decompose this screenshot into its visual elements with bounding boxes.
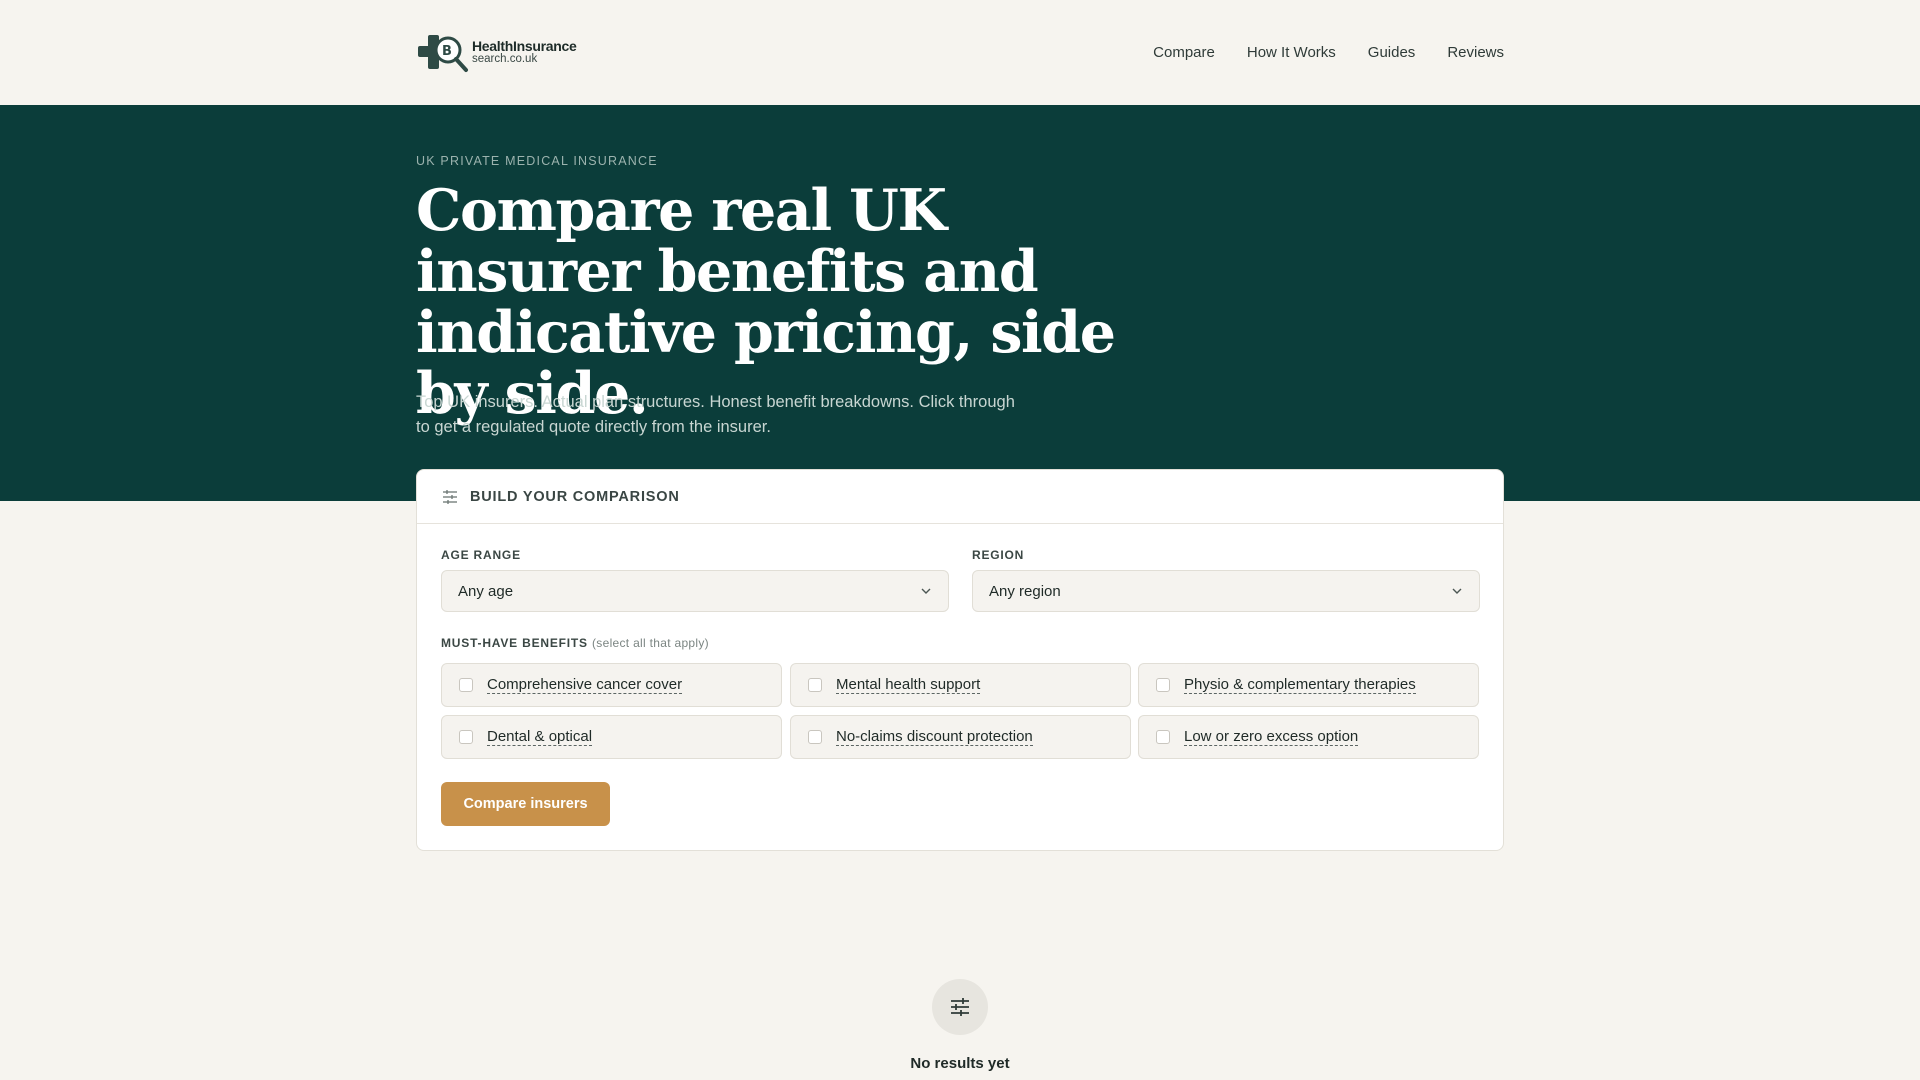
benefit-low-excess[interactable]: Low or zero excess option [1138, 715, 1479, 759]
region-select[interactable]: Any region [972, 570, 1480, 612]
logo-line2: search.co.uk [472, 53, 538, 66]
benefit-dental-optical[interactable]: Dental & optical [441, 715, 782, 759]
benefit-label: Mental health support [836, 676, 981, 694]
benefit-label: Dental & optical [487, 728, 593, 746]
checkbox[interactable] [808, 678, 822, 692]
empty-state-title: No results yet [910, 1055, 1010, 1072]
chevron-down-icon [1452, 588, 1462, 594]
nav-link-reviews[interactable]: Reviews [1447, 44, 1504, 61]
header-inner: B HealthInsurance search.co.uk Compare H… [416, 0, 1504, 105]
benefits-label-text: MUST-HAVE BENEFITS [441, 636, 588, 650]
logo-text: HealthInsurance search.co.uk [472, 38, 577, 66]
benefit-no-claims[interactable]: No-claims discount protection [790, 715, 1131, 759]
checkbox[interactable] [1156, 678, 1170, 692]
benefits-hint: (select all that apply) [592, 636, 709, 650]
benefit-label: Physio & complementary therapies [1184, 676, 1416, 694]
checkbox[interactable] [459, 730, 473, 744]
comparison-card: BUILD YOUR COMPARISON AGE RANGE Any age … [416, 469, 1504, 851]
benefit-label: Low or zero excess option [1184, 728, 1359, 746]
site-logo[interactable]: B HealthInsurance search.co.uk [416, 31, 577, 75]
nav-link-guides[interactable]: Guides [1368, 44, 1416, 61]
benefit-mental-health[interactable]: Mental health support [790, 663, 1131, 707]
logo-line1: HealthInsurance [472, 38, 577, 55]
comparison-card-header: BUILD YOUR COMPARISON [417, 470, 1503, 524]
benefits-label: MUST-HAVE BENEFITS (select all that appl… [441, 636, 709, 650]
compare-insurers-button[interactable]: Compare insurers [441, 782, 610, 826]
empty-state-icon-circle [932, 979, 988, 1035]
hero-eyebrow: UK PRIVATE MEDICAL INSURANCE [416, 154, 658, 168]
benefit-cancer-cover[interactable]: Comprehensive cancer cover [441, 663, 782, 707]
region-label: REGION [972, 548, 1025, 562]
region-value: Any region [989, 582, 1061, 600]
hero-title: Compare real UK insurer benefits and ind… [416, 177, 1116, 427]
sliders-icon [951, 998, 969, 1016]
comparison-title: BUILD YOUR COMPARISON [470, 488, 680, 505]
benefit-label: No-claims discount protection [836, 728, 1033, 746]
nav-link-how-it-works[interactable]: How It Works [1247, 44, 1336, 61]
benefit-label: Comprehensive cancer cover [487, 676, 683, 694]
hero-subtitle: Top UK insurers. Actual plan structures.… [416, 393, 1015, 436]
benefit-physio[interactable]: Physio & complementary therapies [1138, 663, 1479, 707]
checkbox[interactable] [459, 678, 473, 692]
site-header: B HealthInsurance search.co.uk Compare H… [0, 0, 1920, 105]
checkbox[interactable] [1156, 730, 1170, 744]
medical-cross-magnifier-icon: B [418, 34, 468, 72]
age-range-label: AGE RANGE [441, 548, 521, 562]
nav-link-compare[interactable]: Compare [1153, 44, 1215, 61]
main-nav: Compare How It Works Guides Reviews [1153, 44, 1504, 61]
sliders-icon [443, 489, 457, 504]
age-range-select[interactable]: Any age [441, 570, 949, 612]
chevron-down-icon [921, 588, 931, 594]
age-range-value: Any age [458, 582, 514, 600]
checkbox[interactable] [808, 730, 822, 744]
svg-text:B: B [442, 44, 452, 59]
